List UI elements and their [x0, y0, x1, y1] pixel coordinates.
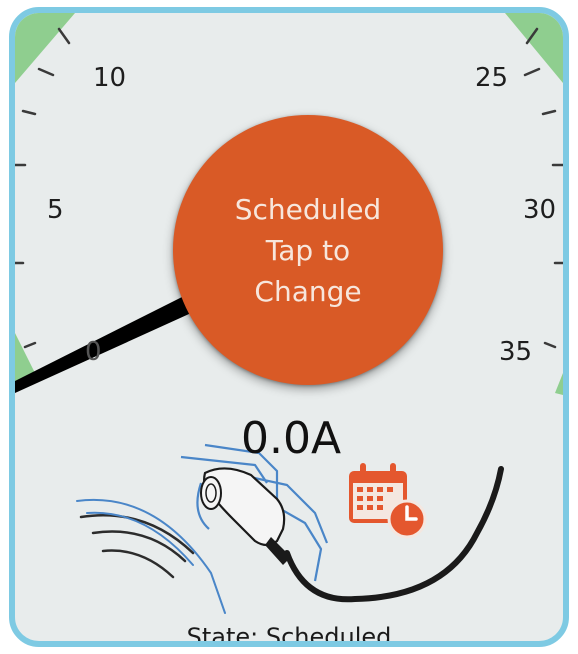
state-label: State: Scheduled — [186, 623, 392, 647]
charger-gauge-panel: 10 25 5 30 0 35 Scheduled Tap to Change — [9, 7, 569, 647]
ev-charger-plug-icon — [76, 443, 504, 614]
calendar-clock-icon[interactable] — [347, 461, 427, 539]
current-readout: 0.0A — [241, 413, 342, 464]
